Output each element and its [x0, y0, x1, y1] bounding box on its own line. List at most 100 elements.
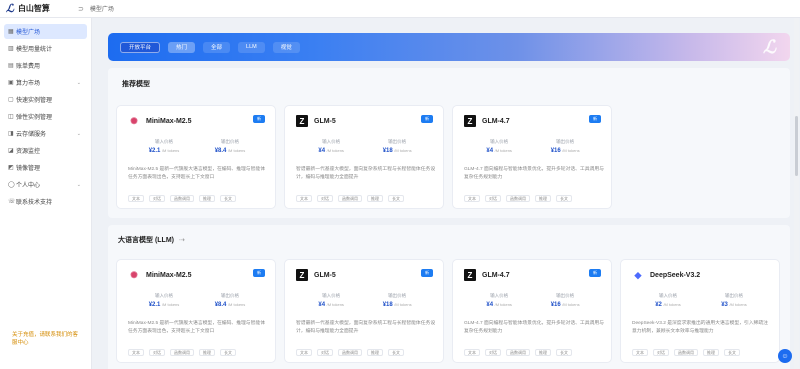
model-logo-icon: ✺: [130, 115, 138, 126]
hero-filter-button[interactable]: 热门: [168, 41, 196, 53]
output-price-label: 输出价格: [388, 139, 407, 144]
hero-filter-button[interactable]: 全部: [203, 41, 231, 53]
model-tag: 对话: [653, 349, 669, 356]
sidebar-recharge-note[interactable]: 关于充值，请联系我们的客服中心: [12, 331, 82, 347]
model-name: MiniMax-M2.5: [146, 271, 192, 279]
model-card[interactable]: ◆ DeepSeek-V3.2 输入价格 ¥2 /M tokens 输出价格 ¥3 /M …: [620, 259, 780, 363]
model-description: DeepSeek-V3.2 是深度求索推出的通用大语言模型，引入稀疏注意力机制，…: [632, 321, 768, 334]
model-tag: 推理: [703, 349, 719, 356]
sidebar-item[interactable]: ◪ 资源监控: [4, 143, 87, 158]
sidebar-item-label: 镜像管理: [16, 166, 41, 172]
sidebar-item[interactable]: ▥ 模型用量统计: [4, 41, 87, 56]
input-price-unit: /M tokens: [161, 302, 180, 307]
input-price-unit: /M tokens: [326, 148, 344, 153]
llm-arrow-icon[interactable]: ⇢: [179, 237, 185, 244]
output-price-label: 输出价格: [221, 293, 239, 298]
output-price: 输出价格 ¥16 /M tokens: [551, 139, 580, 154]
model-card[interactable]: ✺ MiniMax-M2.5 新输入价格 ¥2.1 /M tokens 输出价格 ¥8.4…: [116, 259, 276, 363]
new-badge: 新: [589, 115, 601, 123]
output-price-unit: /M tokens: [562, 148, 580, 153]
input-price-value: ¥4: [318, 148, 326, 154]
hero-filter-button[interactable]: LLM: [238, 41, 265, 53]
input-price-value: ¥2.1: [148, 148, 161, 154]
output-price-value: ¥18: [382, 302, 393, 308]
model-tag: 对话: [485, 349, 501, 356]
hero-logo-icon: ℒ: [763, 37, 776, 57]
input-price-label: 输入价格: [490, 293, 509, 298]
hero-filter-button[interactable]: 视觉: [272, 41, 300, 53]
sidebar-item-icon: ▤: [8, 63, 14, 69]
sidebar-item-label: 账单费用: [16, 64, 41, 70]
sidebar-item-label: 算力市场: [16, 81, 41, 87]
sidebar-item[interactable]: ◨ 云存储服务 ⌄: [4, 126, 87, 141]
sidebar-item-icon: ▥: [8, 46, 14, 52]
model-tag: 文本: [296, 349, 312, 356]
price-stats: 输入价格 ¥4 /M tokens 输出价格 ¥18 /M tokens: [299, 139, 431, 154]
model-card-header: ✺ MiniMax-M2.5: [128, 115, 191, 127]
model-card[interactable]: Z GLM-5 新输入价格 ¥4 /M tokens 输出价格 ¥18 /M tokens…: [284, 259, 444, 363]
model-tag: 推理: [535, 195, 551, 202]
input-price: 输入价格 ¥4 /M tokens: [318, 293, 344, 308]
output-price: 输出价格 ¥8.4 /M tokens: [215, 293, 246, 308]
model-tags: 文本 对话 函数调用 推理 长文: [296, 195, 409, 202]
model-tag: 对话: [317, 195, 333, 202]
output-price-unit: /M tokens: [562, 302, 580, 307]
collapse-menu-icon[interactable]: ⊃: [78, 5, 84, 13]
new-badge: 新: [421, 269, 433, 277]
scrollbar-thumb[interactable]: [795, 116, 798, 176]
output-price: 输出价格 ¥8.4 /M tokens: [215, 139, 246, 154]
model-card[interactable]: Z GLM-4.7 新输入价格 ¥4 /M tokens 输出价格 ¥16 /M toke…: [452, 105, 612, 209]
main-content: 开放平台 热门 全部 LLM 视觉 ℒ 推荐模型 ✺ MiniMax-M2.5 新输入价格 ¥…: [98, 28, 792, 369]
new-badge: 新: [253, 115, 265, 123]
sidebar-item-label: 模型用量统计: [16, 47, 53, 53]
hero-banner: 开放平台 热门 全部 LLM 视觉 ℒ: [108, 33, 790, 61]
model-tags: 文本 对话 函数调用 推理 长文: [632, 349, 745, 356]
main-scrollbar[interactable]: [794, 18, 799, 369]
input-price-label: 输入价格: [322, 293, 341, 298]
model-tags: 文本 对话 函数调用 推理 长文: [464, 349, 577, 356]
logo[interactable]: ℒ 白山智算: [6, 2, 70, 15]
output-price-label: 输出价格: [388, 293, 407, 298]
sidebar-item[interactable]: ◫ 弹性实例管理: [4, 109, 87, 124]
model-card[interactable]: ✺ MiniMax-M2.5 新输入价格 ¥2.1 /M tokens 输出价格 ¥8.4…: [116, 105, 276, 209]
model-logo-icon: Z: [464, 115, 476, 127]
input-price-value: ¥2: [655, 302, 662, 308]
input-price: 输入价格 ¥2 /M tokens: [655, 293, 681, 308]
sidebar-item-label: 联系技术支持: [16, 200, 53, 206]
llm-title-text: 大语言模型 (LLM): [118, 237, 174, 244]
model-card[interactable]: Z GLM-4.7 新输入价格 ¥4 /M tokens 输出价格 ¥16 /M toke…: [452, 259, 612, 363]
output-price-value: ¥3: [721, 302, 728, 308]
recommended-title: 推荐模型: [122, 81, 150, 88]
support-chat-icon[interactable]: ☺: [778, 349, 792, 363]
sidebar-item[interactable]: ▦ 模型广场: [4, 24, 87, 39]
price-stats: 输入价格 ¥4 /M tokens 输出价格 ¥18 /M tokens: [299, 293, 431, 308]
sidebar-item[interactable]: ▣ 算力市场 ⌄: [4, 75, 87, 90]
model-tag: 推理: [367, 349, 383, 356]
model-name: DeepSeek-V3.2: [650, 271, 701, 279]
top-bar: ℒ 白山智算 ⊃ 模型广场: [0, 0, 800, 18]
sidebar-item[interactable]: ◯ 个人中心 ⌄: [4, 177, 87, 192]
sidebar-item[interactable]: ☏ 联系技术支持: [4, 194, 87, 209]
model-description: GLM-4.7 面向编程与智能体场景优化，提升多轮对话、工具调用与复杂任务规划能…: [464, 321, 604, 334]
model-tag: 推理: [199, 195, 215, 202]
model-tag: 长文: [556, 195, 572, 202]
output-price-unit: /M tokens: [729, 302, 747, 307]
model-card[interactable]: Z GLM-5 新输入价格 ¥4 /M tokens 输出价格 ¥18 /M tokens…: [284, 105, 444, 209]
sidebar-item[interactable]: ◩ 镜像管理: [4, 160, 87, 175]
hero-filter-button[interactable]: 开放平台: [120, 41, 161, 53]
sidebar-item-icon: ◨: [8, 131, 14, 137]
output-price: 输出价格 ¥3 /M tokens: [721, 293, 747, 308]
model-description: MiniMax-M2.5 是新一代旗舰大语言模型，在编码、推理与智能体任务方面表…: [128, 167, 265, 180]
sidebar-item-label: 模型广场: [16, 30, 41, 36]
model-logo-icon: Z: [464, 269, 476, 281]
sidebar-item[interactable]: ▢ 快速实例管理: [4, 92, 87, 107]
input-price-value: ¥4: [486, 302, 494, 308]
sidebar-item[interactable]: ▤ 账单费用: [4, 58, 87, 73]
new-badge: 新: [253, 269, 265, 277]
price-stats: 输入价格 ¥2 /M tokens 输出价格 ¥3 /M tokens: [635, 293, 767, 308]
model-description: 智谱最新一代基座大模型，面向复杂系统工程与长程智能体任务设计，编码与推理能力全面…: [296, 321, 436, 334]
sidebar-item-icon: ◩: [8, 165, 14, 171]
output-price-label: 输出价格: [725, 293, 743, 298]
input-price: 输入价格 ¥4 /M tokens: [486, 293, 512, 308]
output-price-value: ¥8.4: [214, 302, 227, 308]
